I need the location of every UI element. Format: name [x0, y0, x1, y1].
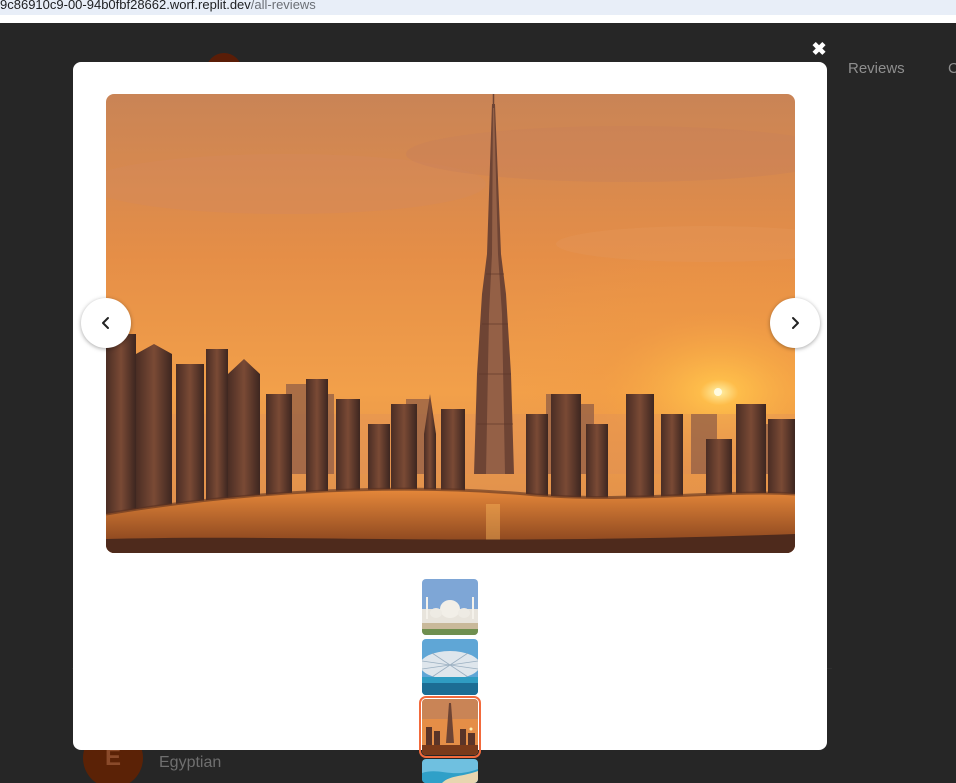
main-gallery-image: [106, 94, 795, 553]
nav-link-reviews[interactable]: Reviews: [848, 60, 905, 77]
thumbnail-burj-khalifa-sunset[interactable]: [419, 696, 481, 758]
browser-url-bar[interactable]: 9c86910c9-00-94b0fbf28662.worf.replit.de…: [0, 0, 956, 15]
previous-image-button[interactable]: [81, 298, 131, 348]
reviewer-name: Egyptian: [159, 754, 222, 771]
thumbnail-beach-coast[interactable]: [422, 759, 478, 783]
thumbnail-louvre-abu-dhabi[interactable]: [422, 639, 478, 695]
close-icon[interactable]: ✖: [810, 40, 828, 58]
chevron-right-icon: [792, 317, 799, 329]
thumbnail-sheikh-zayed-mosque[interactable]: [422, 579, 478, 635]
url-host: 9c86910c9-00-94b0fbf28662.worf.replit.de…: [0, 0, 251, 12]
nav-link-partial[interactable]: C: [948, 60, 956, 77]
chevron-left-icon: [102, 317, 109, 329]
url-path: /all-reviews: [250, 0, 316, 12]
browser-toolbar-divider: [0, 15, 956, 23]
next-image-button[interactable]: [770, 298, 820, 348]
